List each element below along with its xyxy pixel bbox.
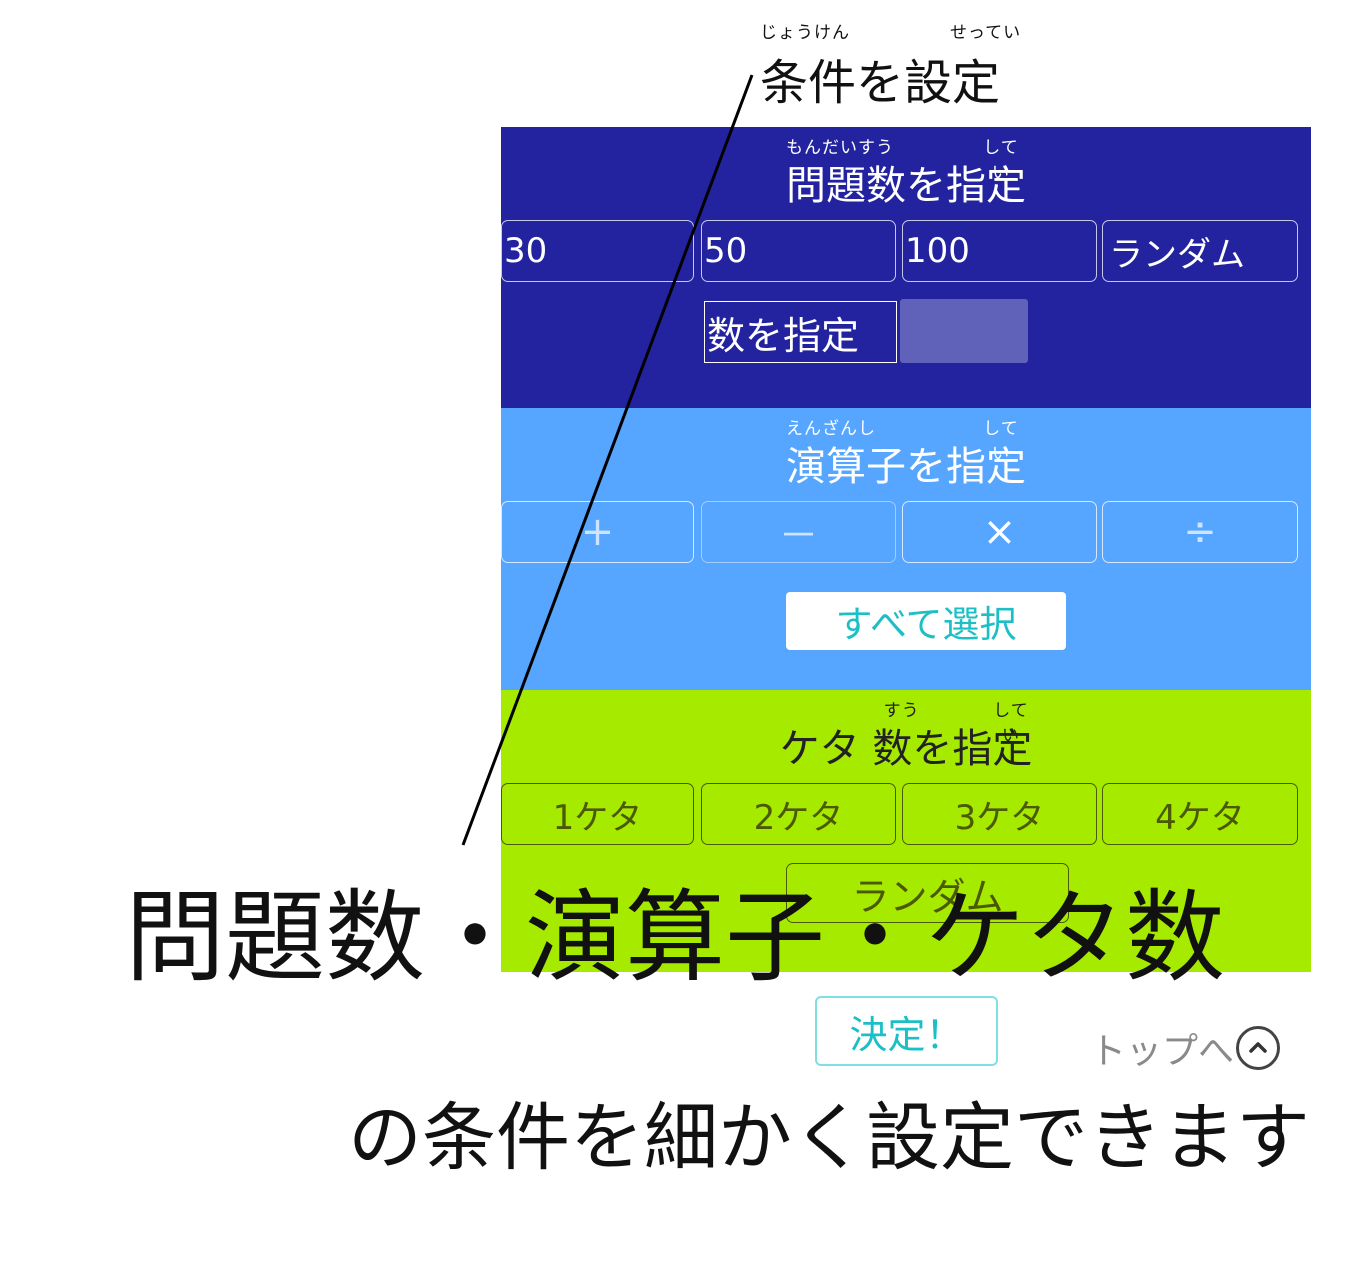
operator-section: えんざんし してい 演算子を指定 + － × ÷ すべて選択 <box>501 408 1311 690</box>
operator-ruby-left: えんざんし <box>786 419 876 439</box>
operator-minus-button[interactable]: － <box>701 501 896 563</box>
custom-count-label: 数を指定 <box>704 301 897 363</box>
back-to-top-label: トップへ <box>1090 1031 1235 1072</box>
select-all-button[interactable]: すべて選択 <box>786 592 1066 650</box>
count-option-30[interactable]: 30 <box>501 220 694 282</box>
digit-ruby-left: すう <box>883 701 920 721</box>
count-option-100[interactable]: 100 <box>902 220 1097 282</box>
count-option-random[interactable]: ランダム <box>1102 220 1298 282</box>
back-to-top-link[interactable]: トップへ <box>1090 1022 1281 1074</box>
overlay-caption-line2: の条件を細かく設定できます <box>348 1095 1310 1181</box>
operator-plus-button[interactable]: + <box>501 501 694 563</box>
digit-option-2[interactable]: 2ケタ <box>701 783 896 845</box>
chevron-up-icon <box>1236 1026 1281 1070</box>
overlay-caption-line1: 問題数・演算子・ケタ数 <box>125 879 1225 996</box>
digit-title-prefix: ケタ <box>779 726 860 772</box>
operator-section-title: えんざんし してい 演算子を指定 <box>501 418 1311 492</box>
digit-ruby-right: してい <box>993 701 1029 746</box>
header-ruby-left: じょうけん <box>760 23 850 43</box>
operator-times-button[interactable]: × <box>902 501 1097 563</box>
count-ruby-right: してい <box>983 138 1019 183</box>
decide-button[interactable]: 決定！ <box>815 996 998 1066</box>
count-option-50[interactable]: 50 <box>701 220 896 282</box>
custom-count-input[interactable] <box>900 299 1028 363</box>
count-section-title: もんだいすう してい 問題数を指定 <box>501 137 1311 211</box>
operator-divide-button[interactable]: ÷ <box>1102 501 1298 563</box>
page-header: じょうけん せってい 条件を設定 <box>760 18 1060 111</box>
count-ruby-left: もんだいすう <box>786 138 894 158</box>
header-ruby-right: せってい <box>950 23 1022 43</box>
digit-option-4[interactable]: 4ケタ <box>1102 783 1298 845</box>
digit-option-3[interactable]: 3ケタ <box>902 783 1097 845</box>
operator-ruby-right: してい <box>983 419 1019 464</box>
question-count-section: もんだいすう してい 問題数を指定 30 50 100 ランダム 数を指定 <box>501 127 1311 408</box>
digit-option-1[interactable]: 1ケタ <box>501 783 694 845</box>
page-title: 条件を設定 <box>760 55 1001 111</box>
digit-section-title: すう してい ケタ 数を指定 <box>501 700 1311 774</box>
